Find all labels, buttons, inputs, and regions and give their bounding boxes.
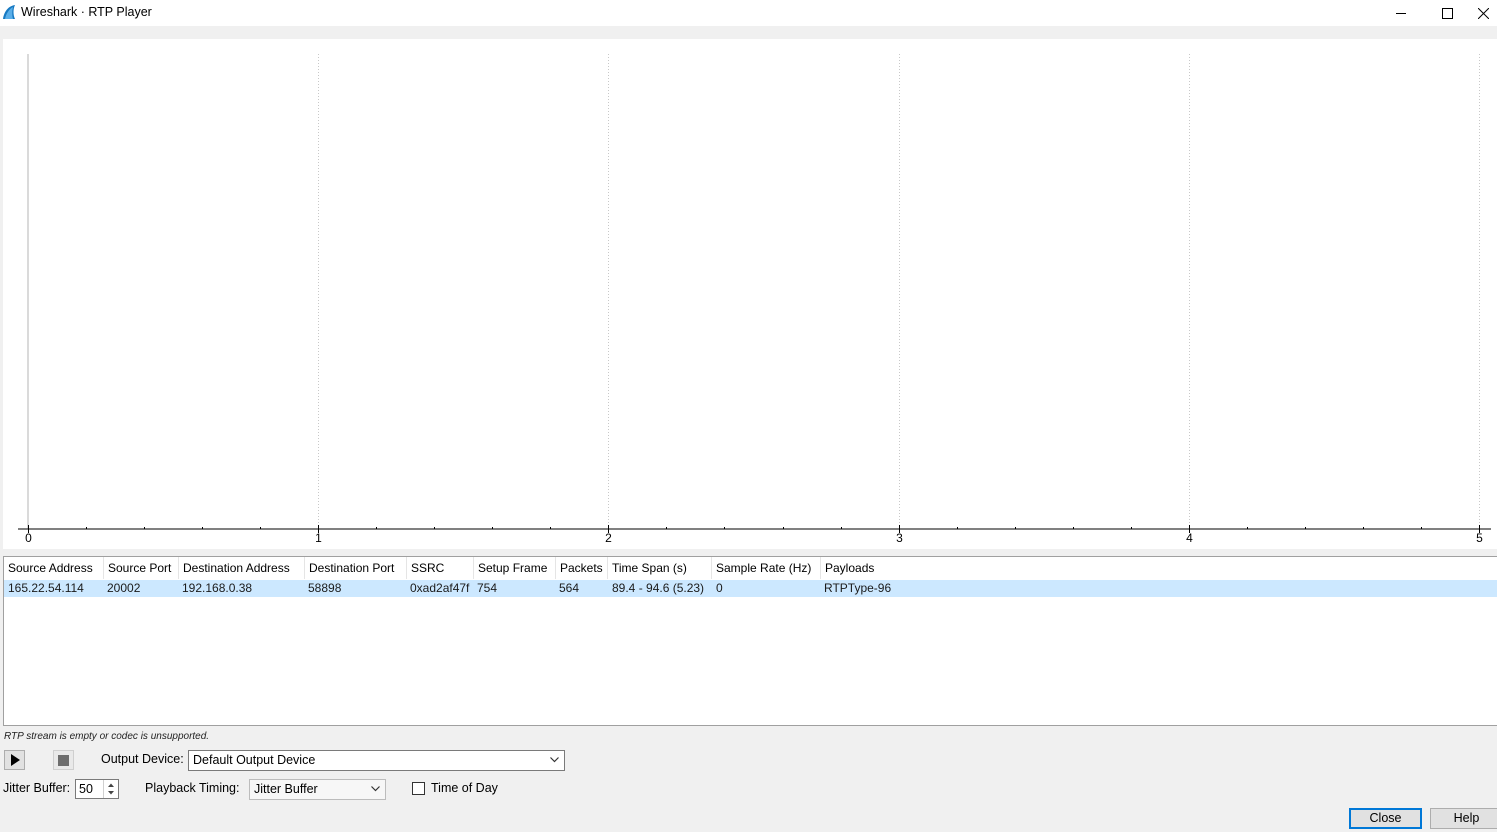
playback-timing-label: Playback Timing:: [145, 781, 240, 795]
cell-destination-address: 192.168.0.38: [182, 581, 253, 595]
x-tick-label: 2: [605, 531, 612, 545]
spin-arrows[interactable]: [103, 780, 118, 798]
x-tick-label: 5: [1476, 531, 1483, 545]
stop-icon: [58, 754, 69, 766]
jitter-buffer-spinbox[interactable]: 50: [75, 779, 119, 799]
stop-button[interactable]: [53, 750, 74, 770]
jitter-buffer-value: 50: [79, 782, 93, 796]
column-header[interactable]: Time Span (s): [608, 557, 712, 579]
cell-source-port: 20002: [107, 581, 141, 595]
x-tick-label: 4: [1186, 531, 1193, 545]
maximize-icon: [1441, 7, 1453, 19]
column-header[interactable]: Setup Frame: [474, 557, 556, 579]
x-tick-label: 3: [896, 531, 903, 545]
playback-timing-select[interactable]: Jitter Buffer: [249, 779, 386, 800]
cell-payloads: RTPType-96: [824, 581, 892, 595]
column-header[interactable]: Source Address: [4, 557, 104, 579]
table-row[interactable]: 165.22.54.114 20002 192.168.0.38 58898 0…: [4, 580, 1497, 597]
window-close-button[interactable]: [1470, 0, 1497, 26]
playback-timing-value: Jitter Buffer: [254, 782, 318, 796]
cell-source-address: 165.22.54.114: [8, 581, 84, 595]
play-icon: [10, 754, 20, 766]
output-device-value: Default Output Device: [193, 753, 316, 767]
spin-up-down-icon: [108, 783, 114, 795]
status-hint: RTP stream is empty or codec is unsuppor…: [4, 731, 210, 742]
jitter-buffer-label: Jitter Buffer:: [3, 781, 71, 795]
title-bar: Wireshark · RTP Player: [0, 0, 1497, 26]
wireshark-fin-icon: [3, 5, 15, 19]
cell-packets: 564: [559, 581, 580, 595]
close-button[interactable]: Close: [1349, 808, 1422, 829]
chevron-down-icon: [550, 757, 559, 763]
column-header[interactable]: Destination Port: [305, 557, 407, 579]
column-header[interactable]: Source Port: [104, 557, 179, 579]
minimize-button[interactable]: [1378, 0, 1424, 26]
chevron-down-icon: [371, 786, 380, 792]
time-of-day-checkbox[interactable]: [412, 782, 425, 795]
play-button[interactable]: [4, 750, 25, 770]
cell-time-span: 89.4 - 94.6 (5.23): [612, 581, 705, 595]
table-header: Source Address Source Port Destination A…: [4, 557, 1497, 579]
cell-destination-port: 58898: [308, 581, 342, 595]
close-icon: [1478, 7, 1489, 19]
x-tick-label: 0: [25, 531, 32, 545]
column-header[interactable]: Packets: [556, 557, 608, 579]
rtp-stream-table[interactable]: Source Address Source Port Destination A…: [3, 556, 1497, 726]
audio-waveform-plot[interactable]: 0 1 2 3 4 5: [3, 39, 1497, 549]
column-header[interactable]: Payloads: [821, 557, 941, 579]
output-device-select[interactable]: Default Output Device: [188, 750, 565, 771]
cell-sample-rate: 0: [716, 581, 723, 595]
cell-ssrc: 0xad2af47f: [410, 581, 470, 595]
x-tick-label: 1: [315, 531, 322, 545]
minimize-icon: [1396, 13, 1406, 14]
window-title: Wireshark · RTP Player: [21, 5, 152, 19]
cell-setup-frame: 754: [477, 581, 498, 595]
help-button[interactable]: Help: [1430, 808, 1497, 829]
column-header[interactable]: Destination Address: [179, 557, 305, 579]
maximize-button[interactable]: [1424, 0, 1470, 26]
column-header[interactable]: SSRC: [407, 557, 474, 579]
column-header[interactable]: Sample Rate (Hz): [712, 557, 821, 579]
plot-canvas: 0 1 2 3 4 5: [18, 54, 1491, 545]
output-device-label: Output Device:: [101, 752, 184, 766]
time-of-day-label[interactable]: Time of Day: [431, 781, 498, 795]
